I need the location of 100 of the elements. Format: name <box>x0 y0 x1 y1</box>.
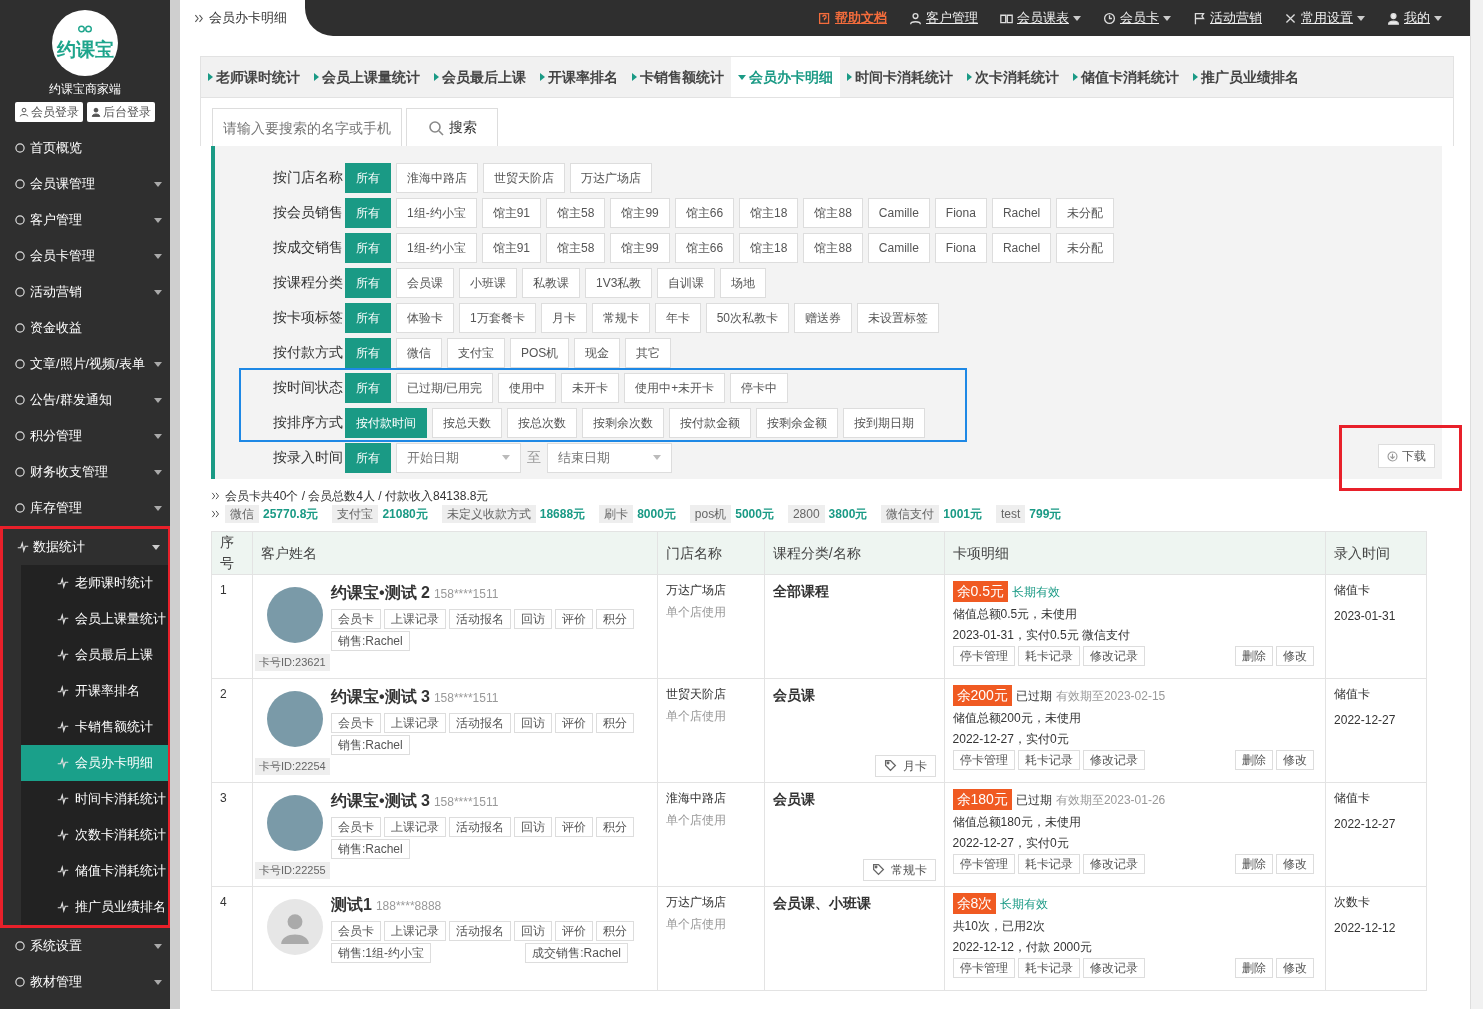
edit-button[interactable]: 删除 <box>1235 854 1274 874</box>
card-action-button[interactable]: 耗卡记录 <box>1017 646 1080 666</box>
filter-option[interactable]: 淮海中路店 <box>396 162 478 193</box>
filter-option[interactable]: 现金 <box>574 337 621 368</box>
nav-link[interactable]: 常用设置 <box>1284 8 1365 28</box>
filter-option[interactable]: 所有 <box>345 442 391 473</box>
sidebar-item[interactable]: 积分管理 <box>0 418 170 454</box>
action-button[interactable]: 积分 <box>595 921 634 941</box>
filter-option[interactable]: 馆主18 <box>739 197 799 228</box>
sidebar-subitem[interactable]: 老师课时统计 <box>21 565 168 601</box>
filter-option[interactable]: 私教课 <box>522 267 580 298</box>
filter-option[interactable]: 赠送券 <box>794 302 853 333</box>
filter-option[interactable]: 按剩余次数 <box>582 407 664 438</box>
filter-option[interactable]: 使用中 <box>498 372 557 403</box>
sidebar-item[interactable]: 库存管理 <box>0 490 170 526</box>
tab[interactable]: 老师课时统计 <box>201 57 307 97</box>
sidebar-subitem[interactable]: 开课率排名 <box>21 673 168 709</box>
action-button[interactable]: 回访 <box>513 609 552 629</box>
nav-link[interactable]: 我的 <box>1387 8 1442 28</box>
filter-option[interactable]: POS机 <box>510 337 570 368</box>
sidebar-item[interactable]: 系统设置 <box>0 928 170 964</box>
filter-option[interactable]: 使用中+未开卡 <box>624 372 726 403</box>
nav-link[interactable]: 帮助文档 <box>818 8 887 28</box>
filter-option[interactable]: 馆主91 <box>481 197 542 228</box>
nav-link[interactable]: 会员课表 <box>1000 8 1081 28</box>
filter-option[interactable]: 所有 <box>345 372 391 403</box>
sidebar-subitem[interactable]: 储值卡消耗统计 <box>21 853 168 889</box>
edit-button[interactable]: 修改 <box>1276 854 1315 874</box>
filter-option[interactable]: 按总天数 <box>432 407 502 438</box>
action-button[interactable]: 积分 <box>595 609 634 629</box>
filter-option[interactable]: 馆主88 <box>803 232 863 263</box>
scrollbar[interactable] <box>1470 0 1483 1009</box>
tab[interactable]: 开课率排名 <box>533 57 625 97</box>
nav-link[interactable]: 活动营销 <box>1193 8 1262 28</box>
filter-option[interactable]: 馆主99 <box>610 232 670 263</box>
edit-button[interactable]: 修改 <box>1276 750 1315 770</box>
edit-button[interactable]: 修改 <box>1276 958 1315 978</box>
tab[interactable]: 时间卡消耗统计 <box>840 57 960 97</box>
sidebar-subitem[interactable]: 次数卡消耗统计 <box>21 817 168 853</box>
filter-option[interactable]: 其它 <box>625 337 672 368</box>
sidebar-subitem[interactable]: 时间卡消耗统计 <box>21 781 168 817</box>
action-button[interactable]: 回访 <box>513 713 552 733</box>
filter-option[interactable]: 按付款金额 <box>669 407 751 438</box>
action-button[interactable]: 评价 <box>554 817 593 837</box>
download-button[interactable]: 下载 <box>1378 444 1435 468</box>
card-action-button[interactable]: 修改记录 <box>1082 750 1145 770</box>
filter-option[interactable]: 馆主58 <box>546 232 606 263</box>
action-button[interactable]: 评价 <box>554 713 593 733</box>
filter-option[interactable]: 所有 <box>345 232 391 263</box>
sidebar-item[interactable]: 客户管理 <box>0 202 170 238</box>
nav-link[interactable]: 会员卡 <box>1103 8 1171 28</box>
edit-button[interactable]: 删除 <box>1235 750 1274 770</box>
card-action-button[interactable]: 停卡管理 <box>952 854 1015 874</box>
card-action-button[interactable]: 耗卡记录 <box>1017 750 1080 770</box>
filter-option[interactable]: 自训课 <box>657 267 716 298</box>
sales-tag[interactable]: 销售:Rachel <box>330 631 410 651</box>
sales-tag[interactable]: 成交销售:Rachel <box>525 943 628 963</box>
card-action-button[interactable]: 停卡管理 <box>952 958 1015 978</box>
filter-option[interactable]: 馆主66 <box>674 197 735 228</box>
filter-option[interactable]: 已过期/已用完 <box>396 372 494 403</box>
sidebar-item[interactable]: 教材管理 <box>0 964 170 1000</box>
sales-tag[interactable]: 销售:1组-约小宝 <box>330 943 431 963</box>
filter-option[interactable]: 所有 <box>345 302 391 333</box>
sidebar-subitem[interactable]: 会员最后上课 <box>21 637 168 673</box>
action-button[interactable]: 评价 <box>554 609 593 629</box>
member-login-button[interactable]: 会员登录 <box>15 102 83 122</box>
filter-option[interactable]: Fiona <box>934 232 987 263</box>
filter-option[interactable]: 未开卡 <box>561 372 620 403</box>
filter-option[interactable]: 馆主99 <box>610 197 670 228</box>
filter-option[interactable]: 1V3私教 <box>585 267 653 298</box>
filter-option[interactable]: 万达广场店 <box>570 162 652 193</box>
filter-option[interactable]: 按到期日期 <box>843 407 925 438</box>
filter-option[interactable]: 按剩余金额 <box>756 407 838 438</box>
tab[interactable]: 会员上课量统计 <box>307 57 427 97</box>
action-button[interactable]: 评价 <box>554 921 593 941</box>
filter-option[interactable]: 未设置标签 <box>857 302 940 333</box>
sales-tag[interactable]: 销售:Rachel <box>330 735 410 755</box>
action-button[interactable]: 上课记录 <box>383 713 446 733</box>
tab[interactable]: 推广员业绩排名 <box>1186 57 1306 97</box>
filter-option[interactable]: 月卡 <box>540 302 587 333</box>
card-action-button[interactable]: 停卡管理 <box>952 646 1015 666</box>
sidebar-item[interactable]: 会员卡管理 <box>0 238 170 274</box>
filter-option[interactable]: 所有 <box>345 337 391 368</box>
filter-option[interactable]: 馆主58 <box>546 197 606 228</box>
action-button[interactable]: 回访 <box>513 921 552 941</box>
filter-option[interactable]: 馆主91 <box>481 232 542 263</box>
action-button[interactable]: 活动报名 <box>448 817 511 837</box>
edit-button[interactable]: 修改 <box>1276 646 1315 666</box>
filter-option[interactable]: 馆主88 <box>803 197 863 228</box>
sidebar-item[interactable]: 资金收益 <box>0 310 170 346</box>
filter-option[interactable]: 停卡中 <box>730 372 789 403</box>
card-action-button[interactable]: 耗卡记录 <box>1017 854 1080 874</box>
filter-option[interactable]: 未分配 <box>1056 197 1115 228</box>
filter-option[interactable]: 所有 <box>345 267 391 298</box>
action-button[interactable]: 积分 <box>595 713 634 733</box>
filter-option[interactable]: Rachel <box>991 197 1052 228</box>
sidebar-subitem[interactable]: 卡销售额统计 <box>21 709 168 745</box>
filter-option[interactable]: 小班课 <box>459 267 517 298</box>
sidebar-item[interactable]: 活动营销 <box>0 274 170 310</box>
sidebar-item[interactable]: 财务收支管理 <box>0 454 170 490</box>
